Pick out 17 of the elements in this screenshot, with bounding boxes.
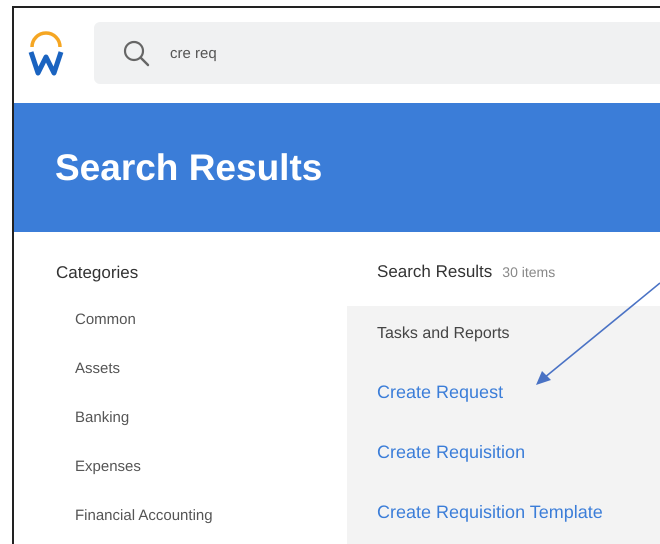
category-item[interactable]: Expenses xyxy=(75,458,141,476)
categories-heading: Categories xyxy=(56,262,138,284)
result-link[interactable]: Create Request xyxy=(377,381,504,403)
page-title: Search Results xyxy=(55,146,322,188)
category-item[interactable]: Common xyxy=(75,311,136,329)
result-link[interactable]: Create Requisition xyxy=(377,441,526,463)
category-item[interactable]: Banking xyxy=(75,409,130,427)
result-link[interactable]: Create Requisition Template xyxy=(377,501,603,523)
group-heading: Tasks and Reports xyxy=(377,324,510,344)
results-heading: Search Results xyxy=(377,262,492,282)
result-count: 30 items xyxy=(502,264,556,280)
category-item[interactable]: Financial Accounting xyxy=(75,507,213,525)
logo-icon xyxy=(28,30,64,78)
search-icon xyxy=(122,39,150,67)
search-query: cre req xyxy=(170,44,217,62)
search-field[interactable]: cre req xyxy=(94,22,660,84)
category-item[interactable]: Assets xyxy=(75,360,120,378)
